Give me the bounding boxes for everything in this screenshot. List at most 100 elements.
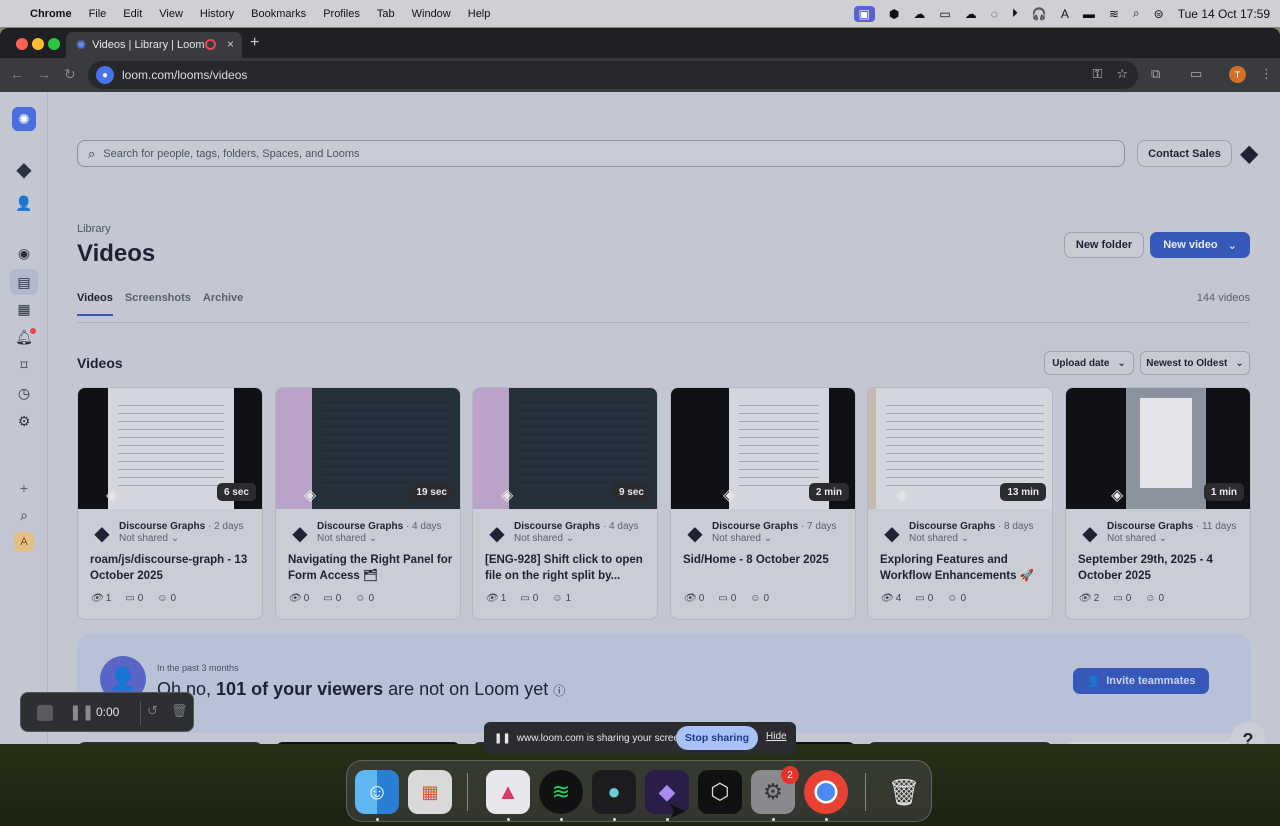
- video-thumbnail[interactable]: ◈ 13 min: [868, 388, 1052, 509]
- pause-icon[interactable]: ❚❚: [69, 703, 94, 721]
- share-status-dropdown[interactable]: Not shared ⌄: [1107, 533, 1167, 544]
- sort-order-dropdown[interactable]: Newest to Oldest ⌄: [1140, 351, 1250, 375]
- video-card[interactable]: ◈ 19 sec ◆ Discourse Graphs · 4 days Not…: [275, 387, 461, 620]
- video-card-partial[interactable]: [867, 742, 1053, 744]
- reload-icon[interactable]: ↻: [64, 66, 76, 83]
- chrome-icon[interactable]: [804, 770, 848, 814]
- site-info-icon[interactable]: ●: [96, 66, 114, 84]
- share-status-dropdown[interactable]: Not shared ⌄: [909, 533, 969, 544]
- video-thumbnail[interactable]: ◈ 19 sec: [276, 388, 460, 509]
- trash-icon[interactable]: 🗑︎: [171, 703, 188, 719]
- new-tab-icon[interactable]: +: [250, 34, 259, 52]
- new-folder-button[interactable]: New folder: [1064, 232, 1144, 258]
- password-key-icon[interactable]: ⚿: [1092, 66, 1102, 82]
- minimize-window-button[interactable]: [32, 38, 44, 50]
- cloud-icon[interactable]: ☁: [965, 7, 977, 21]
- wifi-icon[interactable]: ≋: [1109, 7, 1119, 21]
- history-icon[interactable]: ◷: [14, 383, 34, 403]
- bookmark-icon[interactable]: ⌑: [14, 355, 34, 375]
- video-card-partial[interactable]: [77, 742, 263, 744]
- invite-teammates-button[interactable]: 👤 Invite teammates: [1073, 668, 1209, 694]
- video-thumbnail[interactable]: ◈ 6 sec: [78, 388, 262, 509]
- menu-app-name[interactable]: Chrome: [30, 8, 72, 20]
- video-thumbnail[interactable]: ◈ 2 min: [671, 388, 855, 509]
- launchpad-icon[interactable]: ▦: [408, 770, 452, 814]
- zoom-window-button[interactable]: [48, 38, 60, 50]
- hide-link[interactable]: Hide: [766, 731, 787, 742]
- video-card[interactable]: ◈ 2 min ◆ Discourse Graphs · 7 days Not …: [670, 387, 856, 620]
- profile-avatar[interactable]: T: [1229, 66, 1246, 83]
- control-center-icon[interactable]: ⊜: [1154, 7, 1164, 21]
- stop-recording-button[interactable]: [37, 705, 53, 721]
- info-icon[interactable]: ⓘ: [553, 684, 565, 698]
- video-title[interactable]: September 29th, 2025 - 4 October 2025: [1078, 552, 1244, 584]
- close-tab-icon[interactable]: ×: [227, 37, 234, 51]
- system-settings-icon[interactable]: ⚙ 2: [751, 766, 799, 814]
- circle-icon[interactable]: ◌: [991, 7, 998, 21]
- share-status-dropdown[interactable]: Not shared ⌄: [119, 533, 179, 544]
- contact-sales-button[interactable]: Contact Sales: [1137, 140, 1232, 167]
- close-window-button[interactable]: [16, 38, 28, 50]
- sidebar-search-icon[interactable]: ⌕: [14, 505, 34, 525]
- video-title[interactable]: roam/js/discourse-graph - 13 October 202…: [90, 552, 256, 584]
- trash-icon[interactable]: 🗑︎: [882, 770, 926, 814]
- tab-archive[interactable]: Archive: [203, 292, 243, 316]
- video-card-partial[interactable]: [275, 742, 461, 744]
- video-title[interactable]: Exploring Features and Workflow Enhancem…: [880, 552, 1046, 584]
- browser-tab[interactable]: ✺ Videos | Library | Loom ×: [66, 32, 242, 58]
- affinity-icon[interactable]: ▲: [486, 770, 530, 814]
- loom-logo-icon[interactable]: ✺: [12, 107, 36, 131]
- video-thumbnail[interactable]: ◈ 1 min: [1066, 388, 1250, 509]
- add-user-icon[interactable]: 👤: [14, 193, 34, 213]
- search-icon[interactable]: ⌕: [1133, 6, 1140, 21]
- play-icon[interactable]: ⏵: [1012, 6, 1018, 21]
- screen-share-status-icon[interactable]: ▣: [853, 5, 875, 22]
- spotify-icon[interactable]: ≋: [539, 770, 583, 814]
- menu-history[interactable]: History: [200, 8, 234, 20]
- back-icon[interactable]: ←: [10, 66, 24, 82]
- display-icon[interactable]: ▭: [939, 7, 950, 21]
- cursor-app-icon[interactable]: ⬡: [698, 770, 742, 814]
- address-bar[interactable]: ● loom.com/looms/videos ⚿ ☆: [88, 61, 1138, 89]
- menu-bookmarks[interactable]: Bookmarks: [251, 8, 306, 20]
- share-status-dropdown[interactable]: Not shared ⌄: [317, 533, 377, 544]
- bookmark-star-icon[interactable]: ☆: [1116, 66, 1128, 82]
- workspace-logo-icon[interactable]: ◆: [1240, 139, 1258, 168]
- breadcrumb[interactable]: Library: [77, 223, 111, 235]
- workspace-logo-icon[interactable]: ◆: [14, 159, 34, 181]
- library-icon[interactable]: ▤: [10, 269, 38, 295]
- menu-window[interactable]: Window: [412, 8, 451, 20]
- menu-file[interactable]: File: [89, 8, 107, 20]
- search-input[interactable]: ⌕ Search for people, tags, folders, Spac…: [77, 140, 1125, 167]
- tab-screenshots[interactable]: Screenshots: [125, 292, 191, 316]
- menu-help[interactable]: Help: [468, 8, 491, 20]
- help-button[interactable]: ?: [1230, 722, 1266, 744]
- sort-field-dropdown[interactable]: Upload date ⌄: [1044, 351, 1134, 375]
- video-card-partial[interactable]: [1065, 742, 1251, 744]
- keyboard-input-icon[interactable]: A: [1061, 7, 1069, 21]
- settings-gear-icon[interactable]: ⚙: [14, 411, 34, 431]
- menu-profiles[interactable]: Profiles: [323, 8, 360, 20]
- video-card[interactable]: ◈ 13 min ◆ Discourse Graphs · 8 days Not…: [867, 387, 1053, 620]
- video-title[interactable]: Navigating the Right Panel for Form Acce…: [288, 552, 454, 584]
- video-card[interactable]: ◈ 1 min ◆ Discourse Graphs · 11 days Not…: [1065, 387, 1251, 620]
- profile-icon[interactable]: ◉: [14, 243, 34, 263]
- menu-edit[interactable]: Edit: [123, 8, 142, 20]
- restart-icon[interactable]: ↺: [147, 703, 158, 719]
- video-card[interactable]: ◈ 6 sec ◆ Discourse Graphs · 2 days Not …: [77, 387, 263, 620]
- cloud-sync-icon[interactable]: ☁: [913, 7, 925, 21]
- video-thumbnail[interactable]: ◈ 9 sec: [473, 388, 657, 509]
- add-icon[interactable]: +: [14, 478, 34, 498]
- menu-view[interactable]: View: [159, 8, 183, 20]
- workspace-avatar[interactable]: A: [14, 532, 34, 552]
- finder-icon[interactable]: ☺: [355, 770, 399, 814]
- url-text[interactable]: loom.com/looms/videos: [122, 68, 247, 82]
- more-menu-icon[interactable]: ⋮: [1260, 66, 1273, 82]
- battery-icon[interactable]: ▬: [1083, 7, 1095, 21]
- chat-app-icon[interactable]: ●: [592, 770, 636, 814]
- menu-tab[interactable]: Tab: [377, 8, 395, 20]
- notifications-icon[interactable]: 🔔︎: [14, 327, 36, 347]
- extensions-icon[interactable]: ⧉: [1151, 66, 1160, 82]
- new-video-button[interactable]: New video ⌄: [1150, 232, 1250, 258]
- share-status-dropdown[interactable]: Not shared ⌄: [712, 533, 772, 544]
